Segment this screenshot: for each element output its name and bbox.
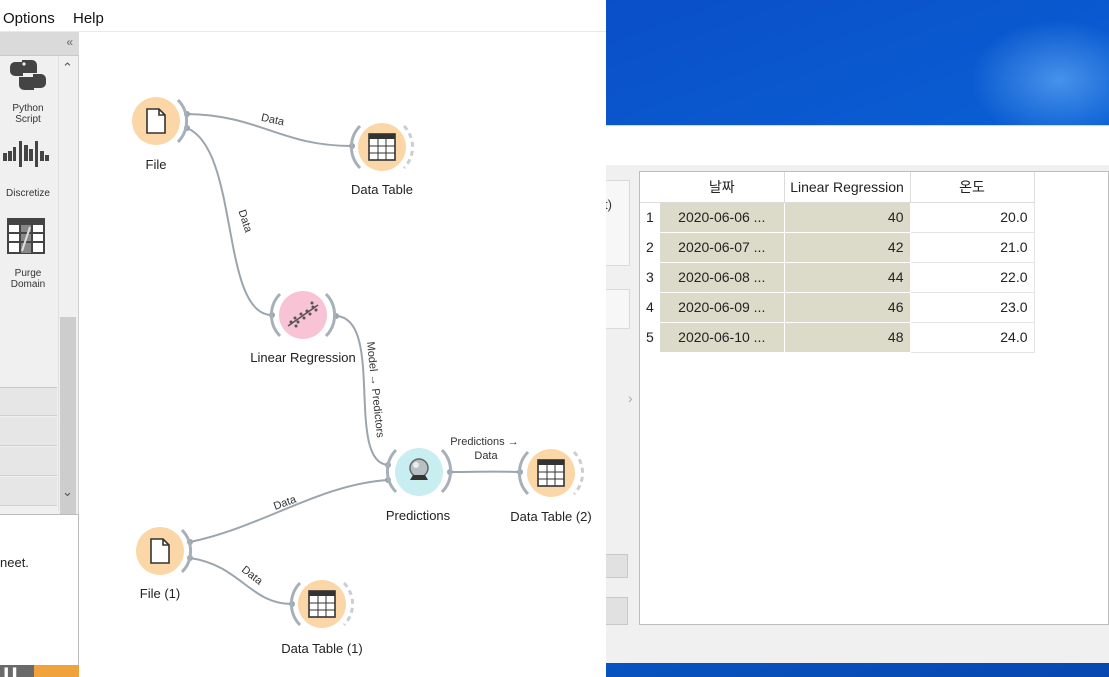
data-table-window-titlebar[interactable] (606, 126, 1109, 165)
node-label-linear-regression[interactable]: Linear Regression (250, 350, 356, 365)
column-header-linear-regression[interactable]: Linear Regression (784, 172, 911, 203)
widget-purge-domain[interactable]: Purge Domain (0, 217, 56, 290)
widget-python-script[interactable]: Python Script (0, 56, 56, 125)
table-row[interactable]: 3 2020-06-08 ... 44 22.0 (640, 262, 1035, 293)
table-row[interactable]: 2 2020-06-07 ... 42 21.0 (640, 232, 1035, 263)
toolbox-category[interactable] (0, 477, 57, 506)
widget-discretize-label: Discretize (6, 188, 50, 199)
widget-description-text: neet. (0, 555, 29, 570)
link-label: Predictions → Data (450, 436, 522, 462)
discretize-icon (3, 141, 49, 167)
menu-bar: Options Help (0, 0, 606, 32)
collapse-toolbox-icon[interactable]: « (66, 35, 73, 49)
cell-linear-regression[interactable]: 48 (784, 322, 911, 353)
desktop-glow (969, 20, 1109, 140)
file-icon (146, 108, 166, 134)
orange-canvas-window: Options Help « Python Script Discretize … (0, 0, 606, 677)
link-label: Data (239, 564, 265, 588)
pause-icon[interactable]: ❚❚ (2, 668, 19, 677)
cell-date[interactable]: 2020-06-07 ... (660, 232, 785, 263)
row-number[interactable]: 4 (640, 292, 660, 322)
toolbox-header: « (0, 32, 79, 56)
toolbox-category[interactable] (0, 417, 57, 446)
cell-temperature[interactable]: 22.0 (910, 262, 1035, 293)
node-predictions[interactable] (385, 448, 453, 496)
cell-date[interactable]: 2020-06-09 ... (660, 292, 785, 323)
header-row: 날짜 Linear Regression 온도 (640, 172, 1035, 203)
data-grid: 날짜 Linear Regression 온도 1 2020-06-06 ... 4… (640, 172, 1035, 353)
row-number[interactable]: 3 (640, 262, 660, 292)
data-table-info-panel: t) › (604, 165, 634, 664)
cell-date[interactable]: 2020-06-10 ... (660, 322, 785, 353)
link-file-1-data-table-1[interactable] (189, 557, 293, 605)
table-icon (308, 590, 336, 618)
table-row[interactable]: 5 2020-06-10 ... 48 24.0 (640, 322, 1035, 353)
widget-discretize[interactable]: Discretize (0, 137, 56, 199)
column-header-temperature[interactable]: 온도 (910, 172, 1035, 203)
link-label: Data (260, 112, 286, 129)
cell-linear-regression[interactable]: 46 (784, 292, 911, 323)
row-number[interactable]: 2 (640, 232, 660, 262)
restore-order-button[interactable] (606, 554, 628, 578)
row-number[interactable]: 1 (640, 202, 660, 232)
cell-date[interactable]: 2020-06-08 ... (660, 262, 785, 293)
row-number[interactable]: 5 (640, 322, 660, 352)
cell-linear-regression[interactable]: 40 (784, 202, 911, 233)
node-label-file[interactable]: File (146, 157, 167, 172)
workflow-canvas[interactable]: Data Data Model → Predictors Predictions… (79, 33, 606, 677)
cell-linear-regression[interactable]: 42 (784, 232, 911, 263)
node-label-predictions[interactable]: Predictions (386, 508, 450, 523)
file-icon (150, 538, 170, 564)
table-row[interactable]: 1 2020-06-06 ... 40 20.0 (640, 202, 1035, 233)
cell-temperature[interactable]: 24.0 (910, 322, 1035, 353)
cell-linear-regression[interactable]: 44 (784, 262, 911, 293)
table-icon (368, 133, 396, 161)
scroll-down-icon[interactable]: ⌄ (62, 484, 73, 500)
widget-purge-domain-label: Purge Domain (10, 268, 46, 290)
send-automatically-button[interactable] (606, 597, 628, 625)
node-data-table-1[interactable] (289, 580, 355, 628)
data-table-view: 날짜 Linear Regression 온도 1 2020-06-06 ... 4… (639, 171, 1109, 625)
link-file-linear-regression[interactable] (186, 127, 273, 316)
cell-temperature[interactable]: 21.0 (910, 232, 1035, 263)
node-data-table[interactable] (349, 123, 415, 171)
toolbox-category[interactable] (0, 447, 57, 476)
info-box: t) (604, 180, 630, 266)
node-data-table-2[interactable] (517, 449, 585, 497)
toolbox-category[interactable] (0, 387, 57, 416)
node-label-data-table[interactable]: Data Table (351, 182, 413, 197)
cell-date[interactable]: 2020-06-06 ... (660, 202, 785, 233)
table-row[interactable]: 4 2020-06-09 ... 46 23.0 (640, 292, 1035, 323)
variables-box (606, 289, 630, 329)
menu-options[interactable]: Options (3, 10, 55, 27)
widget-python-script-label: Python Script (12, 103, 44, 125)
data-table-window: t) › 날짜 Linear Regression 온도 1 2020-06-06… (604, 125, 1109, 664)
python-icon (10, 60, 46, 90)
node-label-data-table-1[interactable]: Data Table (1) (281, 641, 362, 656)
node-linear-regression[interactable] (269, 291, 337, 339)
corner-cell[interactable] (640, 172, 660, 203)
node-label-file-1[interactable]: File (1) (140, 586, 180, 601)
cell-temperature[interactable]: 23.0 (910, 292, 1035, 323)
link-file-1-predictions[interactable] (189, 479, 389, 543)
widget-description-pane: neet. (0, 514, 79, 665)
scroll-up-icon[interactable]: ⌃ (62, 60, 73, 76)
purge-domain-icon (7, 218, 45, 254)
cell-temperature[interactable]: 20.0 (910, 202, 1035, 233)
table-icon (537, 459, 565, 487)
node-label-data-table-2[interactable]: Data Table (2) (510, 509, 591, 524)
node-file[interactable] (132, 97, 189, 145)
column-header-date[interactable]: 날짜 (660, 172, 785, 203)
crystal-ball-icon (409, 458, 429, 480)
link-label: Data (236, 208, 255, 235)
help-button[interactable] (34, 665, 79, 677)
menu-help[interactable]: Help (73, 10, 104, 27)
panel-collapse-icon[interactable]: › (628, 390, 633, 406)
node-file-1[interactable] (136, 527, 193, 575)
